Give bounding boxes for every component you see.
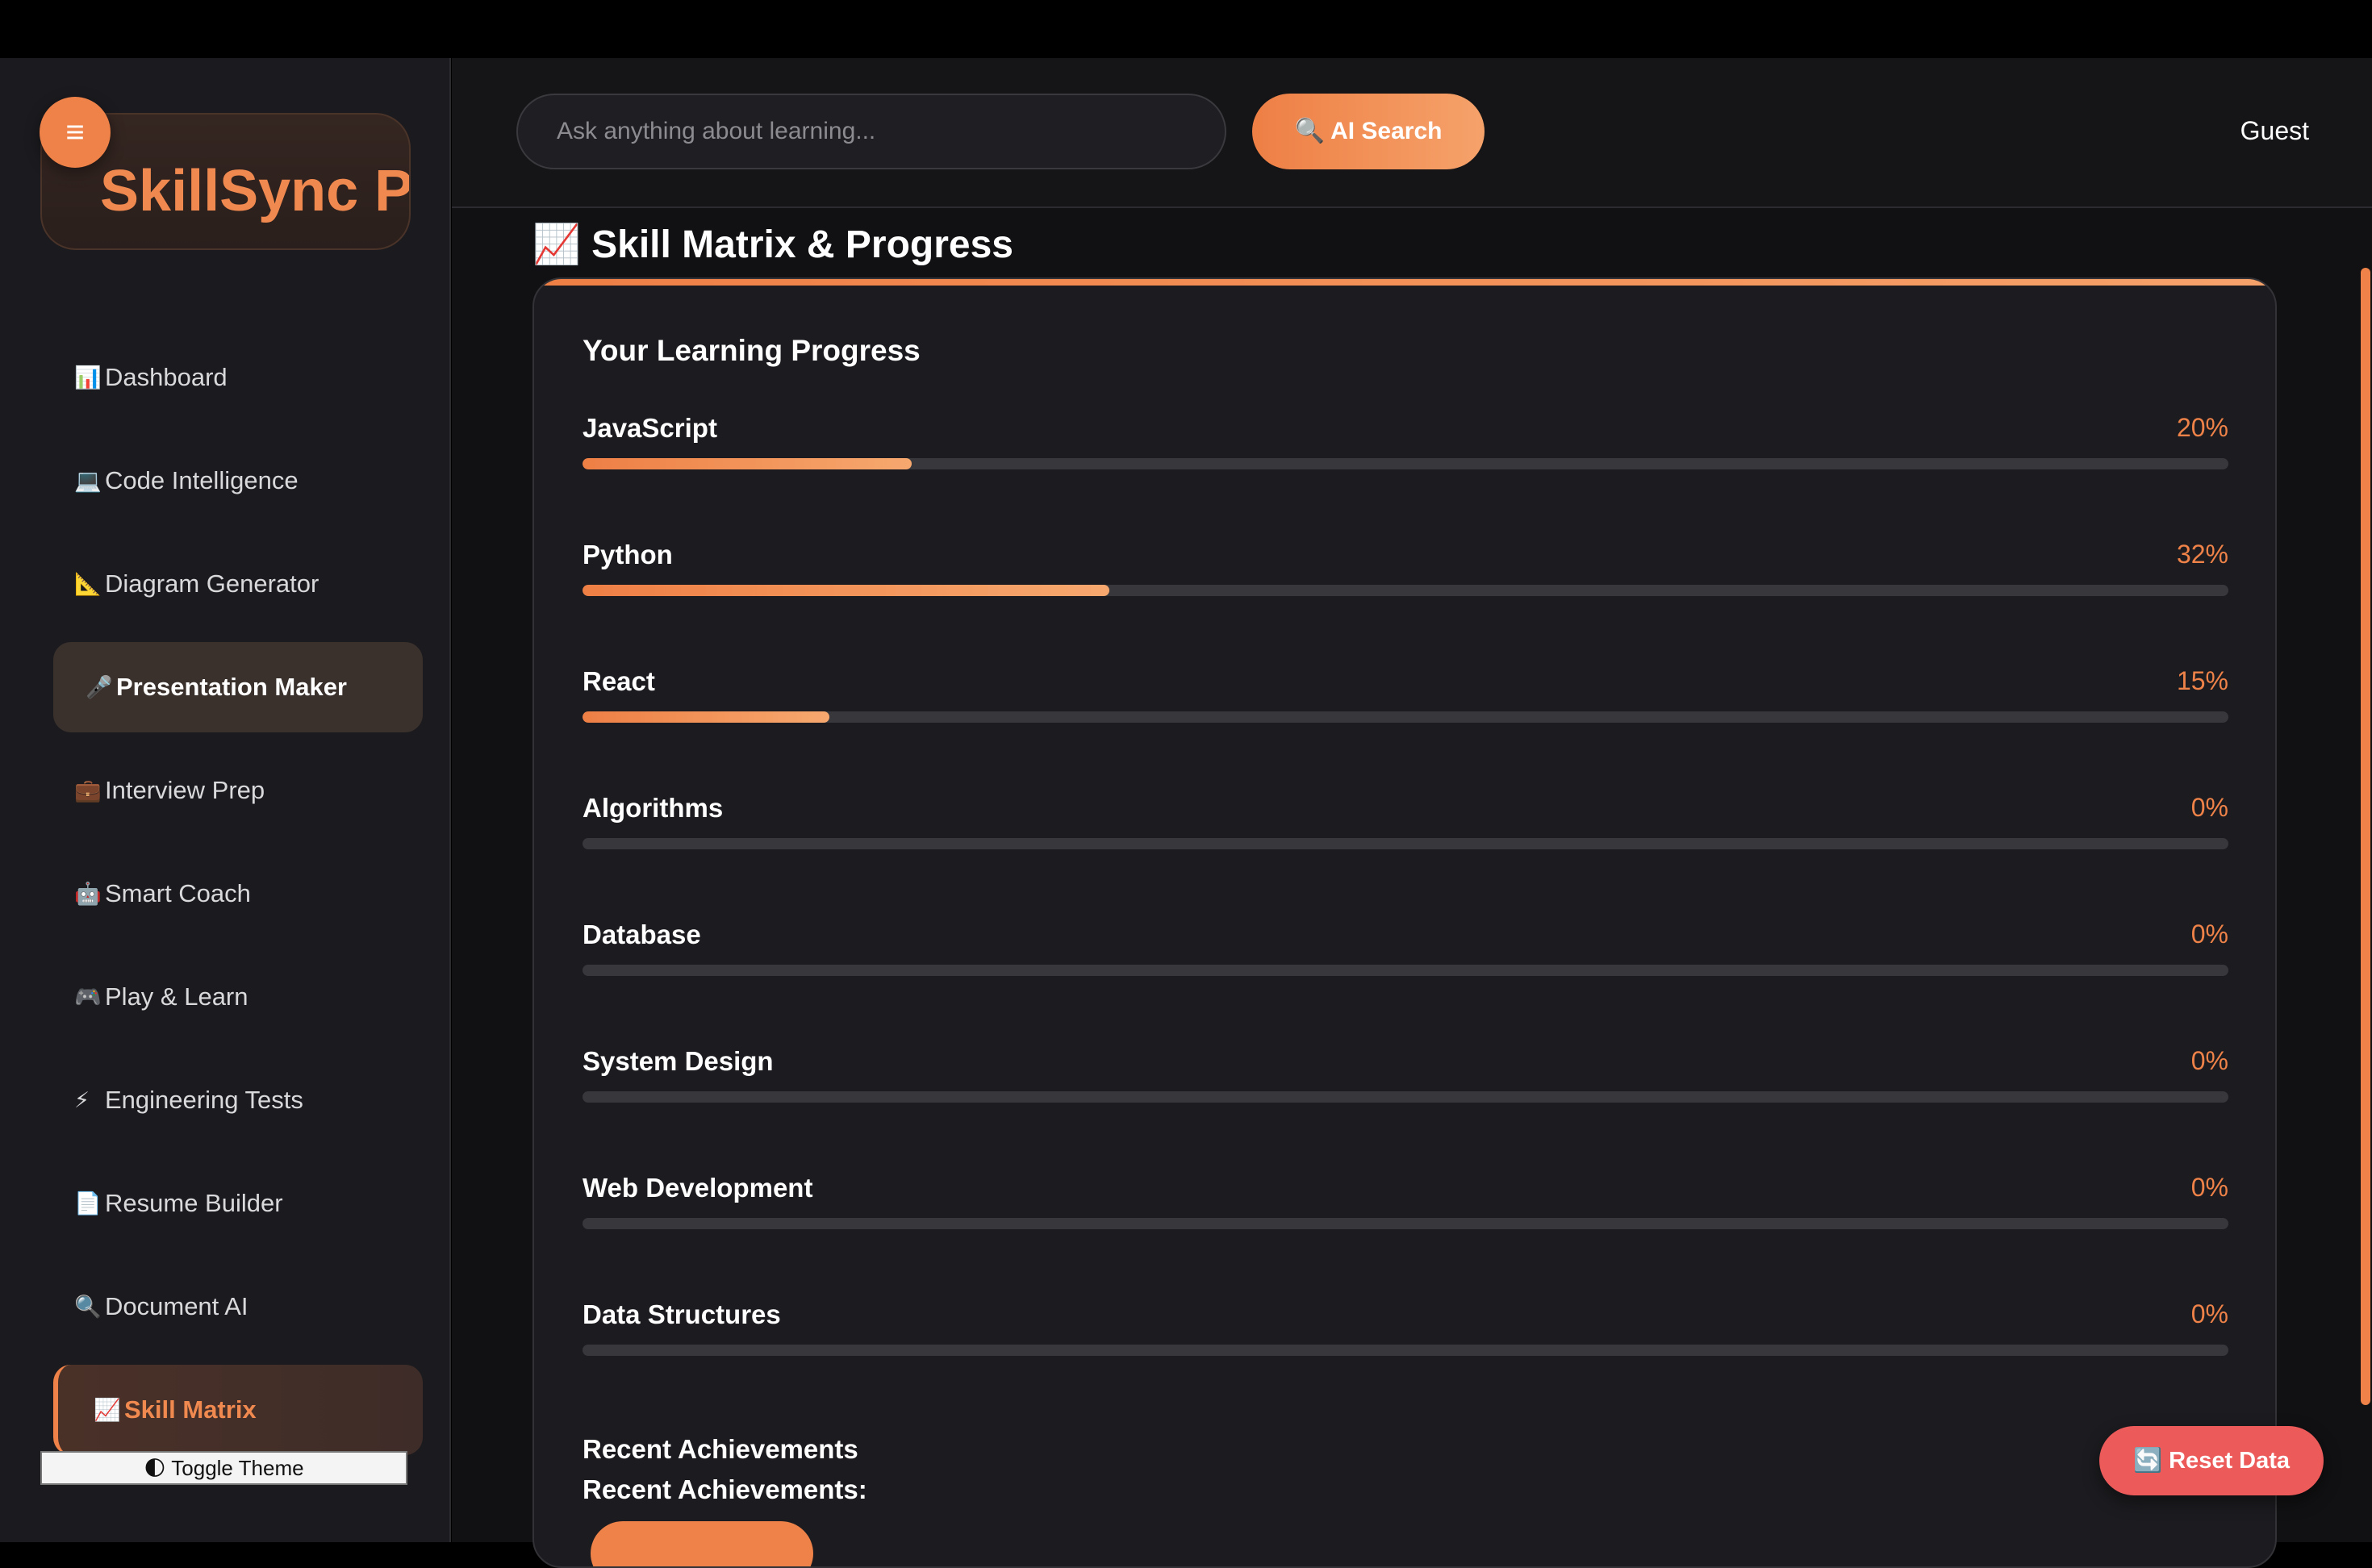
sidebar-item-label: Resume Builder — [105, 1189, 283, 1217]
reset-data-button[interactable]: 🔄 Reset Data — [2099, 1426, 2324, 1495]
sidebar-item-label: Dashboard — [105, 363, 228, 391]
skill-percent: 0% — [2190, 920, 2228, 949]
sidebar-item-label: Presentation Maker — [116, 673, 347, 701]
sidebar-item-diagram-generator[interactable]: 📐 Diagram Generator — [53, 539, 423, 629]
sidebar-item-label: Diagram Generator — [105, 569, 319, 598]
skill-name: React — [583, 666, 655, 696]
skill-row-algorithms: Algorithms 0% — [583, 793, 2228, 890]
skill-percent: 0% — [2190, 1046, 2228, 1075]
scrollbar-thumb[interactable] — [2361, 268, 2370, 1405]
skill-percent: 15% — [2176, 666, 2228, 695]
skill-name: Database — [583, 920, 701, 949]
sidebar-item-label: Code Intelligence — [105, 466, 299, 494]
sidebar-item-engineering-tests[interactable]: ⚡ Engineering Tests — [53, 1055, 423, 1145]
sidebar-item-label: Engineering Tests — [105, 1086, 303, 1114]
user-name[interactable]: Guest — [2240, 116, 2309, 146]
top-header: 🔍 AI Search Guest — [452, 58, 2372, 208]
skill-percent: 0% — [2190, 793, 2228, 822]
progress-track — [583, 1218, 2228, 1229]
game-controller-icon: 🎮 — [74, 985, 102, 1009]
progress-card: Your Learning Progress JavaScript 20% Py… — [532, 277, 2277, 1568]
skill-percent: 20% — [2176, 413, 2228, 442]
progress-track — [583, 1091, 2228, 1103]
sidebar-item-code-intelligence[interactable]: 💻 Code Intelligence — [53, 436, 423, 526]
sidebar-item-presentation-maker[interactable]: 🎤 Presentation Maker — [53, 642, 423, 732]
skill-row-data-structures: Data Structures 0% — [583, 1299, 2228, 1396]
trending-chart-icon: 📈 — [94, 1398, 121, 1422]
skill-name: JavaScript — [583, 413, 717, 443]
progress-track — [583, 585, 2228, 596]
sidebar-item-label: Interview Prep — [105, 776, 265, 804]
sidebar-item-label: Skill Matrix — [124, 1395, 257, 1424]
microphone-icon: 🎤 — [86, 675, 113, 699]
ai-search-button[interactable]: 🔍 AI Search — [1252, 94, 1485, 169]
sidebar-nav: 📊 Dashboard 💻 Code Intelligence 📐 Diagra… — [53, 332, 423, 1468]
progress-fill — [583, 711, 829, 723]
skill-name: Algorithms — [583, 793, 724, 823]
progress-fill — [583, 458, 912, 469]
sidebar-item-label: Play & Learn — [105, 982, 248, 1011]
logo-text: SkillSync Pro — [100, 159, 411, 223]
skill-row-database: Database 0% — [583, 920, 2228, 1016]
achievements-subheading: Recent Achievements: — [583, 1474, 867, 1504]
skill-percent: 32% — [2176, 540, 2228, 569]
sidebar-item-dashboard[interactable]: 📊 Dashboard — [53, 332, 423, 423]
progress-track — [583, 1345, 2228, 1356]
skill-row-python: Python 32% — [583, 540, 2228, 636]
sidebar-item-document-ai[interactable]: 🔍 Document AI — [53, 1261, 423, 1352]
card-accent-bar — [534, 279, 2275, 286]
window-top-bar — [0, 0, 2372, 58]
achievements-heading: Recent Achievements — [583, 1434, 858, 1464]
progress-track — [583, 838, 2228, 849]
document-icon: 📄 — [74, 1191, 102, 1216]
skill-name: Python — [583, 540, 673, 569]
triangle-ruler-icon: 📐 — [74, 572, 102, 596]
lightning-icon: ⚡ — [74, 1087, 90, 1112]
skill-name: Web Development — [583, 1173, 813, 1203]
skill-percent: 0% — [2190, 1299, 2228, 1328]
sidebar-item-label: Smart Coach — [105, 879, 251, 907]
progress-fill — [583, 585, 1109, 596]
scrollbar-track[interactable] — [2359, 208, 2372, 1542]
sidebar: ≡ SkillSync Pro 📊 Dashboard 💻 Code Intel… — [0, 58, 451, 1542]
sidebar-item-play-and-learn[interactable]: 🎮 Play & Learn — [53, 952, 423, 1042]
progress-track — [583, 711, 2228, 723]
skill-name: Data Structures — [583, 1299, 781, 1329]
sidebar-item-label: Document AI — [105, 1292, 248, 1320]
sidebar-item-skill-matrix[interactable]: 📈 Skill Matrix — [53, 1365, 423, 1455]
skill-row-react: React 15% — [583, 666, 2228, 763]
laptop-icon: 💻 — [74, 469, 102, 493]
card-title: Your Learning Progress — [583, 334, 921, 367]
achievement-badge[interactable] — [591, 1521, 813, 1566]
page-title: 📈 Skill Matrix & Progress — [532, 223, 1013, 266]
skill-row-system-design: System Design 0% — [583, 1046, 2228, 1143]
sidebar-item-smart-coach[interactable]: 🤖 Smart Coach — [53, 849, 423, 939]
search-input[interactable] — [516, 94, 1226, 169]
chart-icon: 📊 — [74, 365, 102, 390]
robot-icon: 🤖 — [74, 882, 102, 906]
sidebar-item-resume-builder[interactable]: 📄 Resume Builder — [53, 1158, 423, 1249]
menu-toggle-button[interactable]: ≡ — [40, 97, 111, 168]
skill-row-web-development: Web Development 0% — [583, 1173, 2228, 1270]
magnifier-icon: 🔍 — [74, 1295, 102, 1319]
skill-name: System Design — [583, 1046, 774, 1076]
skill-percent: 0% — [2190, 1173, 2228, 1202]
briefcase-icon: 💼 — [74, 778, 102, 803]
toggle-theme-button[interactable]: 🌓 Toggle Theme — [40, 1451, 407, 1485]
progress-track — [583, 458, 2228, 469]
sidebar-item-interview-prep[interactable]: 💼 Interview Prep — [53, 745, 423, 836]
skill-row-javascript: JavaScript 20% — [583, 413, 2228, 510]
progress-track — [583, 965, 2228, 976]
main-content: 📈 Skill Matrix & Progress Your Learning … — [452, 208, 2372, 1568]
